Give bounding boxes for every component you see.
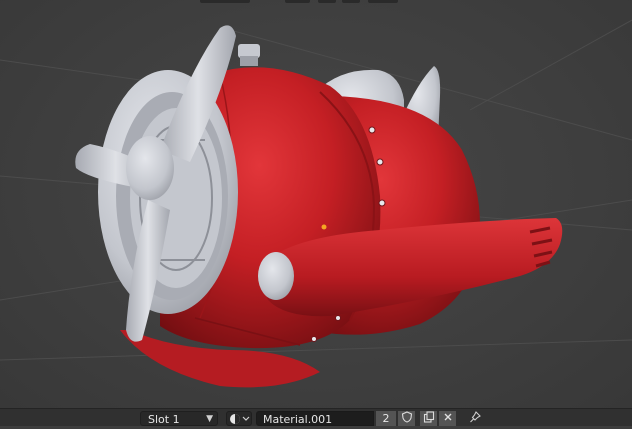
close-icon [444, 413, 451, 421]
browse-material-button[interactable] [226, 411, 252, 426]
unlink-material-button[interactable] [439, 411, 456, 426]
material-name-field[interactable]: Material.001 [256, 411, 374, 426]
user-count-button[interactable]: 2 [376, 411, 396, 426]
material-header: Slot 1 ▼ Material.001 2 [0, 408, 632, 426]
scene-render [0, 19, 632, 388]
material-sphere-icon [230, 414, 250, 424]
slot-label: Slot 1 [148, 413, 180, 426]
duplicate-icon [423, 411, 434, 423]
object-origin [321, 224, 327, 230]
propeller-spinner [126, 136, 174, 200]
chevron-down-icon: ▼ [206, 414, 213, 424]
wing-joint [258, 252, 294, 300]
3d-viewport[interactable] [0, 0, 632, 408]
shield-icon [401, 411, 412, 423]
duplicate-material-button[interactable] [420, 411, 437, 426]
material-slot-dropdown[interactable]: Slot 1 ▼ [140, 411, 218, 426]
fake-user-button[interactable] [398, 411, 415, 426]
pin-button[interactable] [466, 411, 484, 426]
pin-icon [470, 411, 481, 423]
